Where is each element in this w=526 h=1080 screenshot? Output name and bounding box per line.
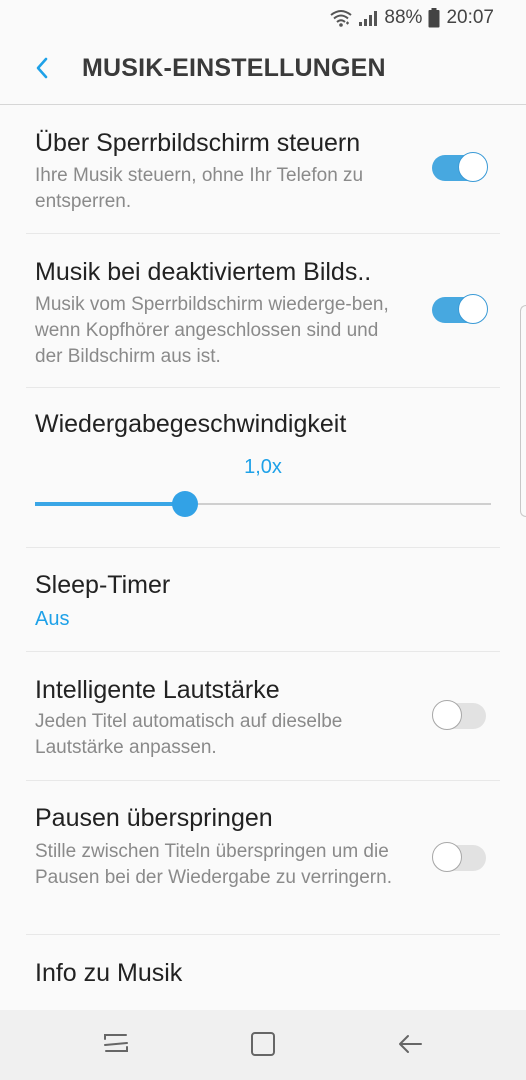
home-button[interactable]	[243, 1026, 283, 1066]
back-arrow-icon	[396, 1031, 424, 1062]
status-icons: 88% 20:07	[330, 6, 494, 30]
screen-off-toggle[interactable]	[432, 294, 488, 326]
slider-fill	[35, 502, 185, 506]
setting-skip-silence[interactable]: Pausen überspringen Stille zwischen Tite…	[0, 781, 526, 934]
app-header: MUSIK-EINSTELLUNGEN	[0, 36, 526, 105]
setting-title: Über Sperrbildschirm steuern	[35, 129, 361, 157]
setting-smart-volume[interactable]: Intelligente Lautstärke Jeden Titel auto…	[0, 652, 526, 780]
setting-description: Musik vom Sperrbildschirm wiederge-ben, …	[35, 294, 389, 367]
setting-sleep-timer[interactable]: Sleep-Timer Aus	[0, 548, 526, 651]
home-icon	[250, 1031, 276, 1062]
slider-thumb[interactable]	[172, 491, 198, 517]
playback-speed-slider[interactable]	[35, 490, 491, 518]
setting-title: Pausen überspringen	[35, 804, 273, 832]
back-nav-button[interactable]	[390, 1026, 430, 1066]
toggle-knob	[432, 842, 462, 872]
wifi-icon	[330, 9, 353, 27]
setting-description: Stille zwischen Titeln überspringen um d…	[35, 841, 392, 888]
setting-title: Intelligente Lautstärke	[35, 676, 280, 704]
toggle-knob	[432, 700, 462, 730]
setting-screen-off-music[interactable]: Musik bei deaktiviertem Bilds.. Musik vo…	[0, 234, 526, 387]
clock: 20:07	[446, 7, 494, 28]
toggle-knob	[458, 294, 488, 324]
recent-apps-button[interactable]	[96, 1026, 136, 1066]
edge-panel-handle[interactable]	[520, 305, 526, 517]
setting-title: Musik bei deaktiviertem Bilds..	[35, 258, 372, 286]
status-bar: 88% 20:07	[0, 0, 526, 36]
signal-icon	[358, 9, 378, 27]
setting-title: Info zu Musik	[35, 959, 183, 987]
setting-title: Sleep-Timer	[35, 571, 171, 599]
lockscreen-toggle[interactable]	[432, 152, 488, 184]
recent-apps-icon	[102, 1031, 130, 1062]
divider	[26, 387, 500, 388]
navigation-bar	[0, 1010, 526, 1080]
battery-percent: 88%	[384, 7, 423, 28]
playback-speed-title: Wiedergabegeschwindigkeit	[35, 410, 347, 438]
back-button[interactable]	[24, 50, 60, 90]
setting-lockscreen-control[interactable]: Über Sperrbildschirm steuern Ihre Musik …	[0, 105, 526, 233]
playback-speed-value: 1,0x	[244, 456, 282, 478]
sleep-timer-value: Aus	[35, 608, 70, 630]
setting-description: Jeden Titel automatisch auf dieselbe Lau…	[35, 711, 343, 758]
setting-description: Ihre Musik steuern, ohne Ihr Telefon zu …	[35, 165, 364, 212]
skip-silence-toggle[interactable]	[432, 842, 488, 874]
toggle-knob	[458, 152, 488, 182]
smart-volume-toggle[interactable]	[432, 700, 488, 732]
back-chevron-icon	[34, 56, 50, 85]
page-title: MUSIK-EINSTELLUNGEN	[82, 54, 386, 82]
setting-about-music[interactable]: Info zu Musik	[0, 935, 526, 1010]
battery-icon	[428, 8, 440, 28]
